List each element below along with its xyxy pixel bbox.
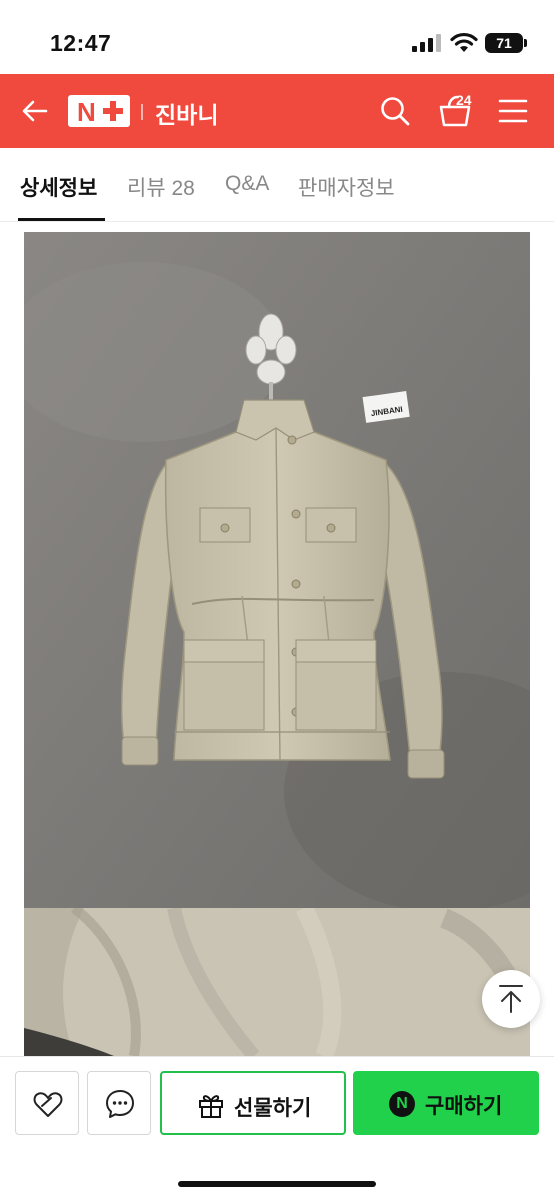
header-divider <box>141 104 143 120</box>
arrow-up-icon <box>499 985 523 1013</box>
scroll-to-top-button[interactable] <box>482 970 540 1028</box>
battery-nub <box>524 39 527 47</box>
tab-qna[interactable]: Q&A <box>225 172 269 196</box>
chat-button[interactable] <box>87 1071 151 1135</box>
tab-details[interactable]: 상세정보 <box>20 172 97 202</box>
product-photo-fabric-closeup <box>24 908 530 1056</box>
tab-seller-info[interactable]: 판매자정보 <box>298 172 395 202</box>
product-tabs: 상세정보 리뷰 28 Q&A 판매자정보 <box>0 148 554 222</box>
active-tab-underline <box>18 218 105 221</box>
cart-count-badge: 24 <box>456 92 472 108</box>
status-bar: 12:47 71 <box>0 0 554 74</box>
heart-icon <box>33 1092 63 1117</box>
gift-button-label: 선물하기 <box>234 1097 312 1120</box>
jacket-illustration: JINBANI <box>24 232 530 908</box>
naver-plus-logo[interactable]: N <box>68 95 130 127</box>
menu-icon[interactable] <box>498 96 528 126</box>
chat-bubble-icon <box>106 1090 134 1118</box>
store-name[interactable]: 진바니 <box>155 96 218 130</box>
gift-icon <box>199 1095 223 1118</box>
gift-button[interactable]: 선물하기 <box>160 1071 346 1135</box>
status-time: 12:47 <box>50 30 112 56</box>
store-header: N 진바니 24 <box>0 74 554 148</box>
product-photo-jacket: JINBANI <box>24 232 530 908</box>
purchase-action-bar: 선물하기 N 구매하기 <box>0 1056 554 1200</box>
plus-icon <box>103 101 123 121</box>
fabric-texture <box>24 908 530 1056</box>
logo-letter: N <box>77 97 96 127</box>
buy-button-label: 구매하기 <box>425 1095 503 1118</box>
wifi-icon <box>450 32 478 52</box>
back-arrow-icon[interactable] <box>18 94 52 128</box>
home-indicator <box>178 1181 376 1187</box>
search-icon[interactable] <box>378 94 412 128</box>
buy-button[interactable]: N 구매하기 <box>353 1071 539 1135</box>
tab-reviews[interactable]: 리뷰 28 <box>127 172 195 202</box>
naver-pay-n-icon: N <box>389 1091 415 1117</box>
battery-icon: 71 <box>485 33 523 53</box>
cellular-signal-icon <box>412 34 441 52</box>
wishlist-button[interactable] <box>15 1071 79 1135</box>
